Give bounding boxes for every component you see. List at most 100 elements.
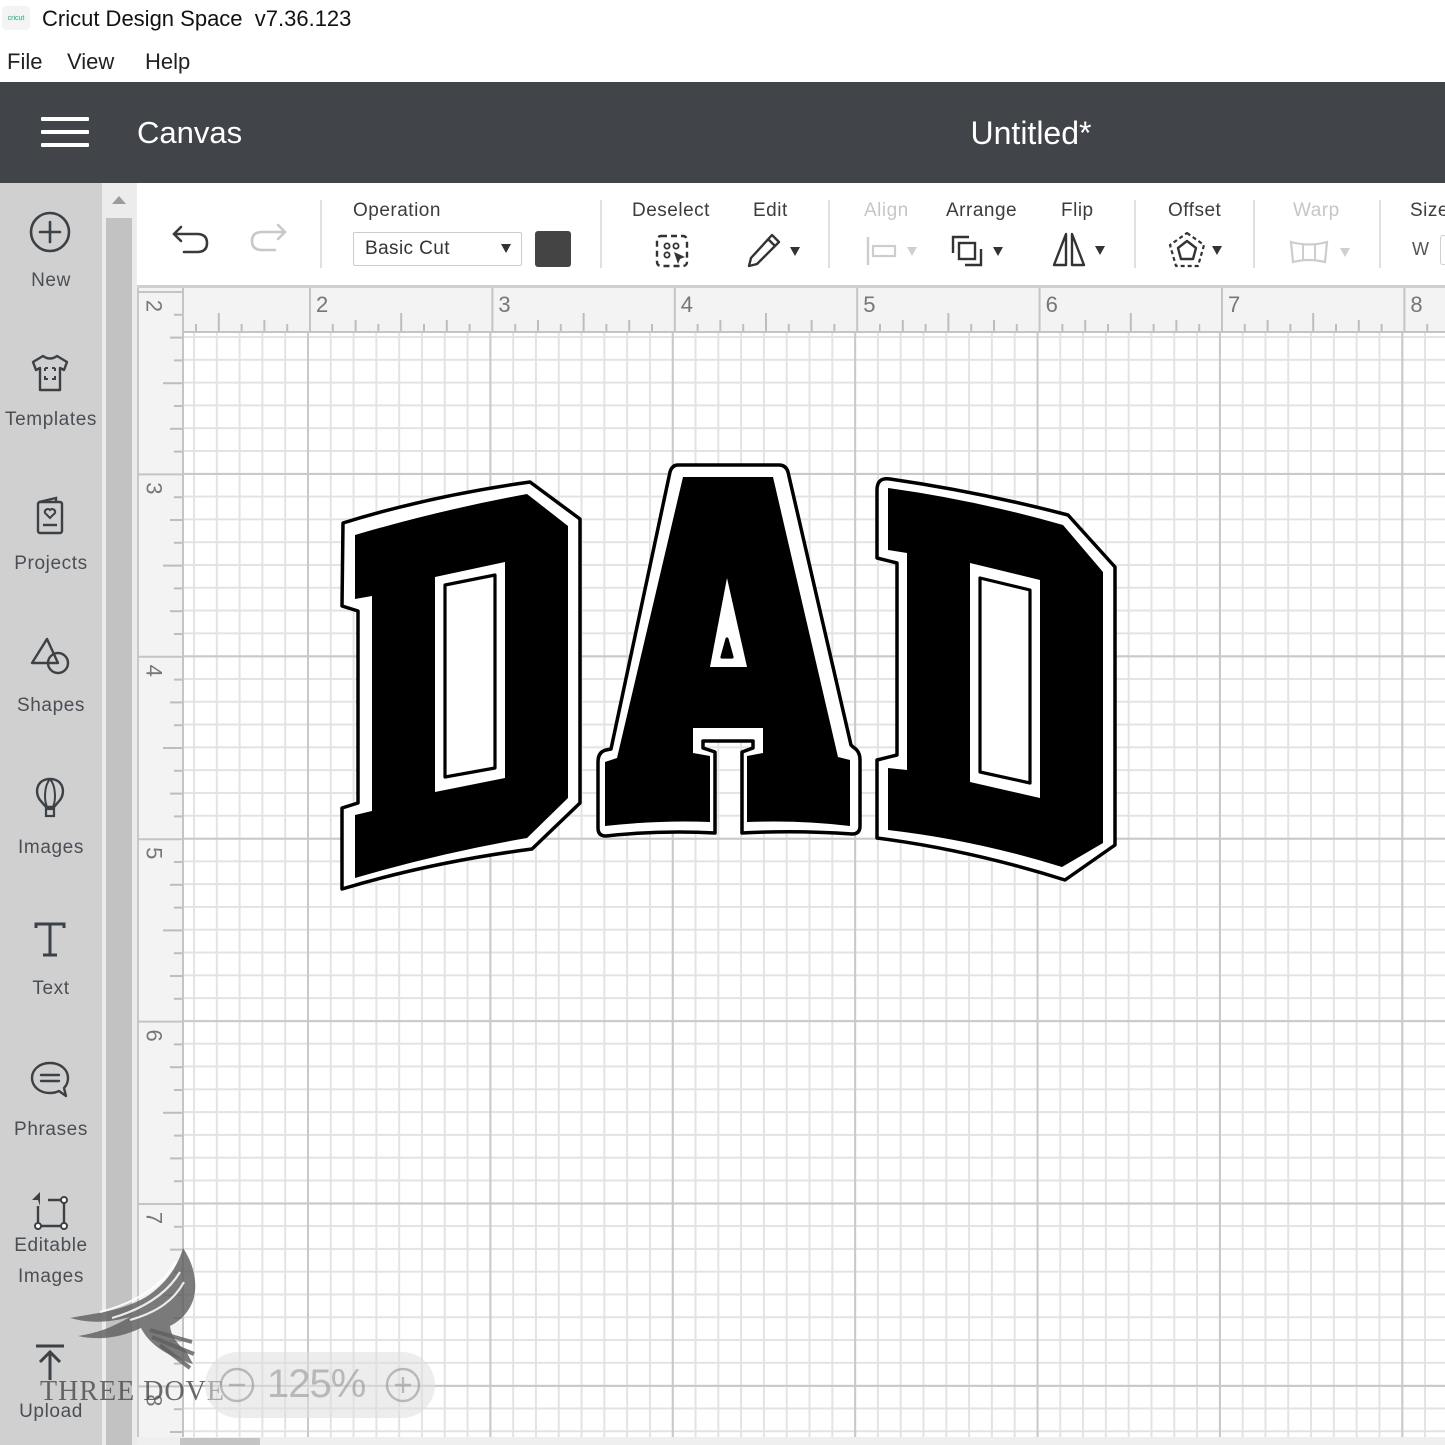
redo-icon bbox=[250, 223, 287, 252]
size-label: Size bbox=[1410, 200, 1445, 221]
plus-circle-icon bbox=[29, 211, 71, 253]
text-icon bbox=[34, 922, 66, 957]
sidebar-item-templates[interactable]: Templates bbox=[0, 351, 102, 451]
left-sidebar: New Templates Projects Shapes Images Tex… bbox=[0, 183, 102, 1445]
sidebar-item-new[interactable]: New bbox=[0, 210, 102, 310]
warp-label: Warp bbox=[1293, 200, 1340, 221]
deselect-label: Deselect bbox=[632, 200, 710, 221]
arrange-icon bbox=[951, 235, 983, 267]
design-dad[interactable] bbox=[330, 455, 1130, 905]
chevron-down-icon bbox=[1095, 246, 1105, 255]
ruler-left-ticks: 2 3 4 5 6 7 8 bbox=[137, 291, 183, 1433]
tshirt-icon bbox=[31, 354, 69, 392]
flip-icon bbox=[1052, 232, 1086, 267]
canvas-horizontal-scrollbar[interactable] bbox=[137, 1437, 1445, 1445]
size-width-input[interactable] bbox=[1440, 235, 1445, 265]
menu-bar: File View Help bbox=[0, 40, 1445, 82]
deselect-button[interactable] bbox=[654, 233, 690, 269]
offset-label: Offset bbox=[1168, 200, 1222, 221]
chevron-down-icon bbox=[993, 247, 1003, 256]
zoom-level: 125% bbox=[267, 1362, 366, 1406]
undo-button[interactable] bbox=[171, 223, 211, 257]
offset-button[interactable] bbox=[1168, 231, 1228, 269]
sidebar-item-label: Text bbox=[32, 978, 70, 999]
shapes-icon bbox=[30, 637, 70, 675]
hamburger-icon-bar bbox=[41, 143, 89, 147]
hamburger-icon-bar bbox=[41, 130, 89, 134]
edit-button[interactable] bbox=[745, 231, 805, 269]
zoom-in-button[interactable] bbox=[385, 1367, 421, 1403]
hamburger-menu-button[interactable] bbox=[41, 117, 89, 149]
cricut-logo-icon: cricut bbox=[2, 6, 30, 30]
sidebar-item-images[interactable]: Images bbox=[0, 776, 102, 876]
undo-icon bbox=[172, 225, 209, 254]
hamburger-icon bbox=[41, 117, 89, 121]
ruler-label: 8 bbox=[142, 1394, 167, 1406]
project-title[interactable]: Untitled* bbox=[881, 115, 1181, 152]
deselect-icon bbox=[655, 234, 689, 268]
sidebar-item-editable-images[interactable]: Editable Images bbox=[0, 1188, 102, 1308]
warp-button[interactable] bbox=[1288, 237, 1354, 267]
ruler-top: 2 3 4 5 6 7 8 bbox=[137, 288, 1445, 333]
menu-file[interactable]: File bbox=[7, 49, 42, 75]
ruler-label: 8 bbox=[1410, 292, 1422, 317]
edit-label: Edit bbox=[753, 200, 788, 221]
ruler-top-ticks: 2 3 4 5 6 7 8 bbox=[195, 288, 1429, 333]
scroll-up-arrow-icon[interactable] bbox=[112, 196, 126, 204]
minus-circle-icon bbox=[219, 1367, 255, 1403]
sidebar-item-upload[interactable]: Upload bbox=[0, 1340, 102, 1440]
chevron-down-icon bbox=[1212, 246, 1222, 255]
sidebar-item-label: Editable Images bbox=[14, 1235, 88, 1287]
operation-color-swatch[interactable] bbox=[535, 231, 571, 267]
ruler-label: 2 bbox=[142, 300, 167, 312]
ruler-label: 5 bbox=[142, 847, 167, 859]
operation-select-value: Basic Cut bbox=[365, 238, 450, 259]
size-width-label: W bbox=[1412, 239, 1430, 259]
ruler-label: 7 bbox=[1228, 292, 1240, 317]
section-title: Canvas bbox=[137, 115, 243, 150]
align-icon bbox=[866, 237, 897, 265]
offset-icon bbox=[1168, 231, 1206, 268]
speech-bubble-icon bbox=[30, 1061, 70, 1098]
sidebar-item-projects[interactable]: Projects bbox=[0, 494, 102, 594]
operation-label: Operation bbox=[353, 200, 441, 221]
redo-button[interactable] bbox=[248, 221, 288, 255]
warp-icon bbox=[1289, 240, 1329, 264]
sidebar-item-label: Upload bbox=[19, 1401, 83, 1422]
sidebar-item-phrases[interactable]: Phrases bbox=[0, 1058, 102, 1158]
ruler-label: 6 bbox=[1046, 292, 1058, 317]
flip-label: Flip bbox=[1061, 200, 1094, 221]
sidebar-item-label: Templates bbox=[5, 409, 97, 430]
window-title: Cricut Design Space v7.36.123 bbox=[42, 6, 352, 31]
flip-button[interactable] bbox=[1051, 231, 1111, 269]
align-button[interactable] bbox=[865, 235, 925, 267]
chevron-down-icon bbox=[790, 247, 800, 256]
sidebar-scrollbar[interactable] bbox=[102, 183, 137, 1445]
edit-toolbar: Operation Basic Cut Deselect Edit Align … bbox=[137, 183, 1445, 288]
ruler-label: 7 bbox=[142, 1212, 167, 1224]
menu-help[interactable]: Help bbox=[145, 49, 190, 75]
menu-view[interactable]: View bbox=[67, 49, 114, 75]
ruler-label: 2 bbox=[316, 292, 328, 317]
ruler-left-border bbox=[182, 288, 184, 1437]
chevron-down-icon bbox=[1340, 248, 1350, 257]
scrollbar-thumb[interactable] bbox=[106, 218, 132, 1445]
arrange-label: Arrange bbox=[946, 200, 1018, 221]
scrollbar-thumb[interactable] bbox=[180, 1438, 260, 1445]
sidebar-item-label: Shapes bbox=[16, 695, 86, 716]
ruler-label: 3 bbox=[142, 482, 167, 494]
sidebar-item-shapes[interactable]: Shapes bbox=[0, 634, 102, 734]
balloon-icon bbox=[35, 777, 65, 818]
zoom-out-button[interactable] bbox=[219, 1367, 255, 1403]
operation-select[interactable]: Basic Cut bbox=[353, 232, 522, 266]
toolbar-divider bbox=[600, 200, 602, 268]
ruler-top-border bbox=[137, 331, 1445, 333]
editable-image-icon bbox=[32, 1192, 68, 1230]
align-label: Align bbox=[864, 200, 909, 221]
ruler-left: 2 3 4 5 6 7 8 bbox=[137, 288, 183, 1437]
chevron-down-icon bbox=[501, 244, 511, 253]
arrange-button[interactable] bbox=[949, 233, 1009, 269]
sidebar-item-label: Images bbox=[18, 837, 84, 858]
sidebar-item-text[interactable]: Text bbox=[0, 918, 102, 1018]
window-title-bar: cricut Cricut Design Space v7.36.123 bbox=[0, 0, 1445, 40]
